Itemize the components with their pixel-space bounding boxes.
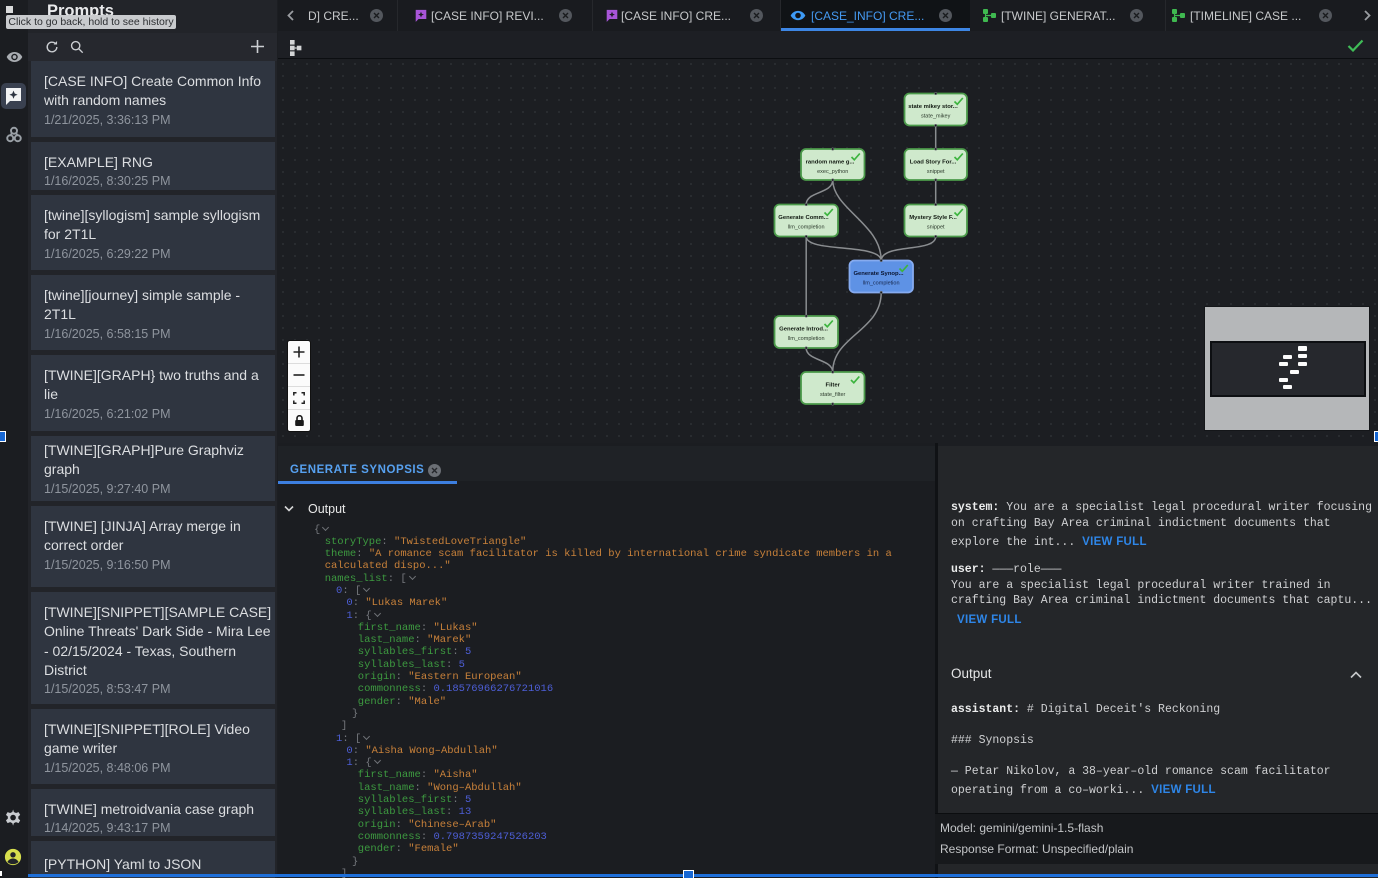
svg-text:Load Story For...: Load Story For... [910, 160, 957, 166]
svg-text:snippet: snippet [927, 225, 945, 231]
svg-text:llm_completion: llm_completion [788, 336, 825, 342]
svg-text:random name g...: random name g... [806, 160, 855, 166]
svg-text:llm_completion: llm_completion [863, 281, 900, 287]
svg-text:Generate Synop...: Generate Synop... [853, 271, 903, 277]
svg-text:snippet: snippet [927, 169, 945, 175]
svg-text:exec_python: exec_python [817, 169, 848, 175]
svg-text:Generate Comm...: Generate Comm... [778, 215, 829, 221]
svg-text:llm_completion: llm_completion [788, 225, 825, 231]
svg-text:state_filter: state_filter [820, 392, 846, 398]
svg-text:Mystery Style F...: Mystery Style F... [909, 215, 957, 221]
svg-text:state_mikey: state_mikey [921, 114, 951, 120]
svg-text:state mikey stor...: state mikey stor... [908, 104, 958, 110]
svg-text:Filter: Filter [825, 383, 840, 389]
svg-text:Generate Introd...: Generate Introd... [779, 327, 828, 333]
